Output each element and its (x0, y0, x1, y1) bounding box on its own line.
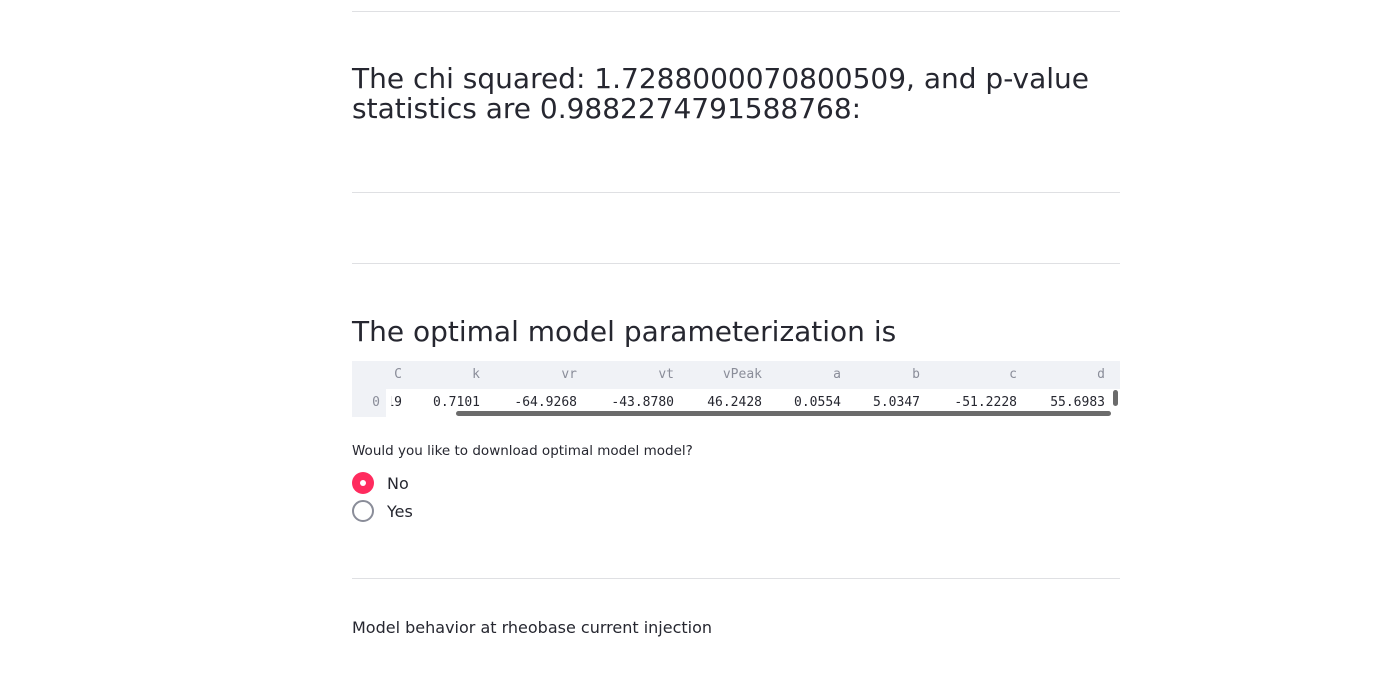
parameter-dataframe[interactable]: C k vr vt vPeak a b c d 0 19 0.7101 -64.… (352, 361, 1120, 418)
table-index-column (352, 361, 386, 417)
column-header-vr[interactable]: vr (561, 361, 577, 389)
download-question-label: Would you like to download optimal model… (352, 443, 693, 459)
column-header-vt[interactable]: vt (658, 361, 674, 389)
divider-before-optimal (352, 263, 1120, 264)
radio-option-yes[interactable]: Yes (352, 498, 413, 524)
radio-label-no: No (387, 473, 409, 493)
column-header-b[interactable]: b (912, 361, 920, 389)
column-header-vPeak[interactable]: vPeak (723, 361, 762, 389)
radio-label-yes: Yes (387, 501, 413, 521)
top-divider (352, 11, 1120, 12)
row-index: 0 (372, 395, 380, 410)
radio-button-checked[interactable] (352, 472, 374, 494)
model-behavior-caption: Model behavior at rheobase current injec… (352, 618, 713, 637)
radio-button-unchecked[interactable] (352, 500, 374, 522)
chi-squared-heading: The chi squared: 1.7288000070800509, and… (352, 62, 1090, 125)
column-header-a[interactable]: a (833, 361, 841, 389)
divider-before-behavior (352, 578, 1120, 579)
divider-after-stats (352, 192, 1120, 193)
vertical-scrollbar[interactable] (1113, 390, 1118, 406)
column-header-d[interactable]: d (1097, 361, 1105, 389)
optimal-parameterization-heading: The optimal model parameterization is (352, 315, 897, 348)
horizontal-scrollbar[interactable] (456, 411, 1111, 416)
radio-option-no[interactable]: No (352, 470, 409, 496)
column-header-k[interactable]: k (472, 361, 480, 389)
column-header-c[interactable]: c (1009, 361, 1017, 389)
column-header-C[interactable]: C (394, 361, 402, 389)
